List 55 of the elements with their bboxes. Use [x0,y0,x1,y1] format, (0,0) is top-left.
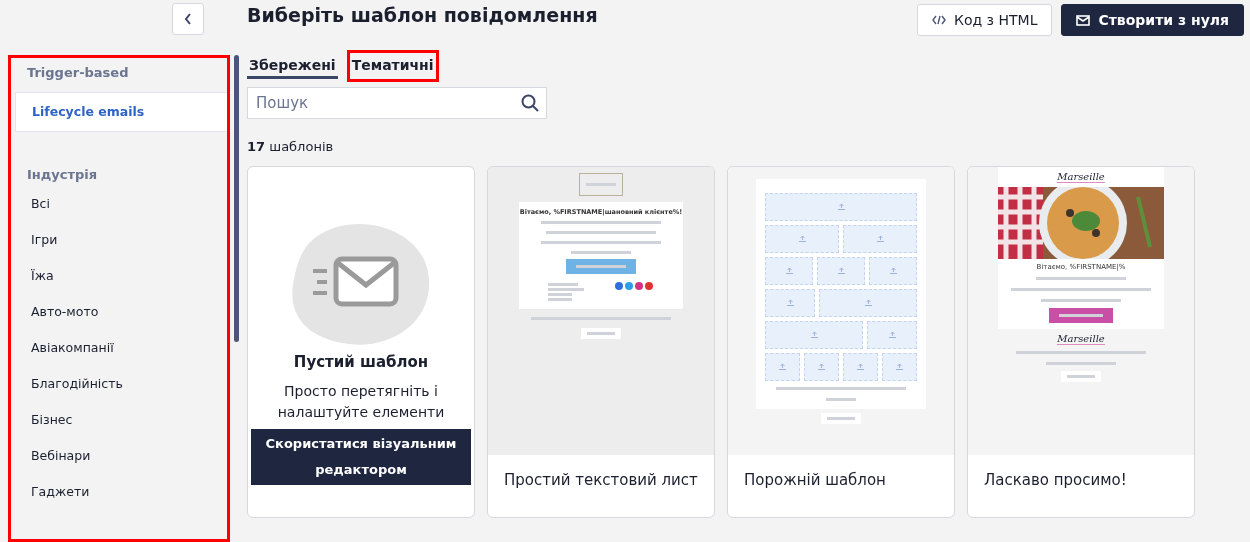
search-icon [521,94,539,112]
chevron-left-icon [184,13,192,25]
logo-placeholder [579,173,623,196]
search-field[interactable]: Пошук [247,87,547,119]
email-button [566,259,636,274]
page-title: Виберіть шаблон повідомлення [247,4,598,26]
code-icon [931,15,946,25]
brand-badge [821,413,861,424]
envelope-icon [1076,14,1091,26]
brand-badge [581,328,621,339]
upload-icon [810,332,818,338]
sidebar-item[interactable]: Ігри [15,229,227,251]
create-button[interactable]: Створити з нуля [1061,4,1244,36]
upload-icon [779,364,786,370]
template-card[interactable]: Порожній шаблон [727,166,955,518]
template-name: Порожній шаблон [743,470,887,491]
upload-icon [818,364,825,370]
sidebar-item[interactable]: Авіакомпанії [15,337,227,359]
upload-icon [837,268,845,274]
template-name: Простий текстовий лист [503,470,699,491]
upload-icon [896,364,903,370]
collapse-button[interactable] [172,3,204,35]
html-code-button[interactable]: Код з HTML [916,4,1053,36]
sidebar-item[interactable]: Благодійність [15,373,227,395]
email-logo: Marseille [1057,171,1105,183]
sidebar-item[interactable]: Гаджети [15,481,227,503]
upload-icon [888,332,896,338]
upload-icon [786,300,794,306]
upload-icon [857,364,864,370]
upload-icon [864,300,872,306]
brand-badge [1061,371,1101,382]
template-count: 17 шаблонів [247,139,335,154]
sidebar-heading: Trigger-based [26,64,130,82]
template-card[interactable]: Пустий шаблон Просто перетягніть і налаштуйте елементи Скористатися візуальним редактором [247,166,475,518]
template-name: Ласкаво просимо! [983,470,1128,491]
sidebar-item[interactable]: Lifecycle emails [15,92,227,132]
template-description: Просто перетягніть і налаштуйте елементи [276,382,446,422]
sidebar-item[interactable]: Всі [15,193,227,215]
sidebar-item[interactable]: Їжа [15,265,227,287]
email-button [1049,308,1113,323]
tab[interactable]: Тематичні [349,53,436,79]
upload-icon [785,268,793,274]
template-title: Пустий шаблон [293,353,429,371]
upload-icon [876,236,884,242]
sidebar-heading: Індустрія [26,166,99,184]
sidebar-item[interactable]: Бізнес [15,409,227,431]
upload-icon [837,204,845,210]
sidebar-item[interactable]: Вебінари [15,445,227,467]
tab[interactable]: Збережені [247,53,338,79]
email-logo: Marseille [1057,333,1105,345]
social-icons [614,281,654,291]
visual-editor-button[interactable]: Скористатися візуальним редактором [251,429,471,485]
upload-icon [798,236,806,242]
upload-icon [889,268,897,274]
sidebar-item[interactable]: Авто-мото [15,301,227,323]
